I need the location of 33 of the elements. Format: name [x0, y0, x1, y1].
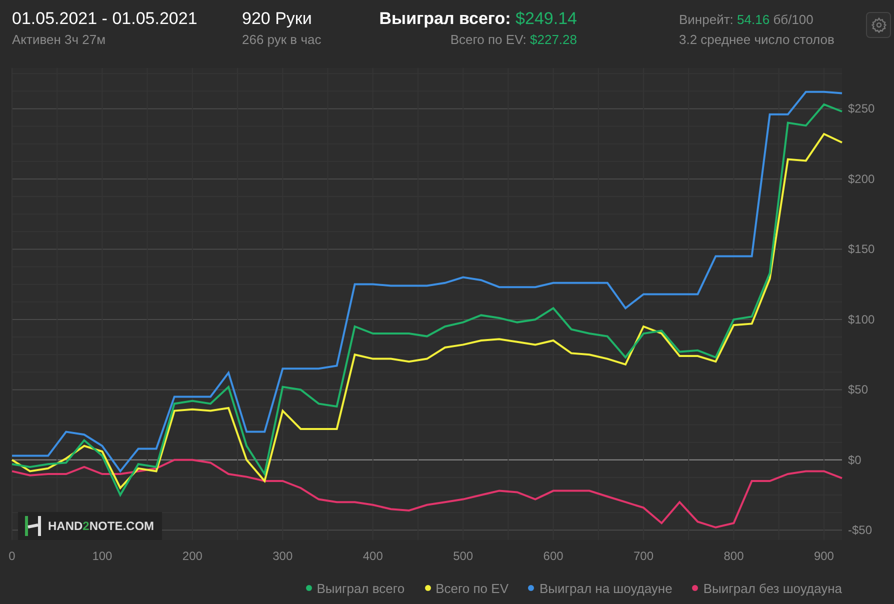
- axis-label: 200: [182, 549, 202, 563]
- axis-label: $50: [848, 382, 868, 397]
- axis-label: 400: [362, 549, 383, 563]
- axis-label: $100: [848, 312, 875, 326]
- axis-label: 700: [634, 549, 654, 563]
- axis-label: $0: [848, 452, 862, 467]
- axis-label: -$50: [848, 523, 872, 538]
- settings-button[interactable]: [866, 12, 891, 38]
- ev-total: Всего по EV: $227.28: [450, 31, 577, 49]
- total-won: Выиграл всего: $249.14: [379, 8, 577, 30]
- axis-label: 900: [814, 549, 834, 563]
- axis-label: $150: [848, 242, 875, 256]
- axis-label: 600: [543, 549, 564, 563]
- legend-label: Выиграл на шоудауне: [539, 580, 672, 598]
- average-tables: 3.2 среднее число столов: [679, 31, 859, 49]
- hands-count: 920 Руки: [242, 8, 313, 30]
- axis-label: $200: [848, 172, 875, 186]
- legend-label: Выиграл всего: [316, 580, 405, 598]
- active-time: Активен 3ч 27м: [12, 31, 107, 49]
- axis-label: 800: [724, 549, 744, 563]
- settings-icon: [870, 17, 886, 33]
- legend-label: Всего по EV: [436, 580, 508, 598]
- axis-label: $250: [848, 102, 875, 116]
- axis-label: 300: [272, 549, 293, 563]
- hands-per-hour: 266 рук в час: [242, 31, 322, 49]
- axis-label: 100: [92, 549, 112, 563]
- legend-label: Выиграл без шоудауна: [703, 580, 842, 598]
- winrate: Винрейт: 54.16 бб/100: [679, 11, 814, 29]
- axis-label: 0: [8, 549, 16, 563]
- logo-icon: [24, 516, 42, 536]
- date-range: 01.05.2021 - 01.05.2021: [12, 8, 198, 30]
- axis-label: 500: [453, 549, 474, 563]
- logo-text: HAND2NOTE.COM: [48, 518, 154, 535]
